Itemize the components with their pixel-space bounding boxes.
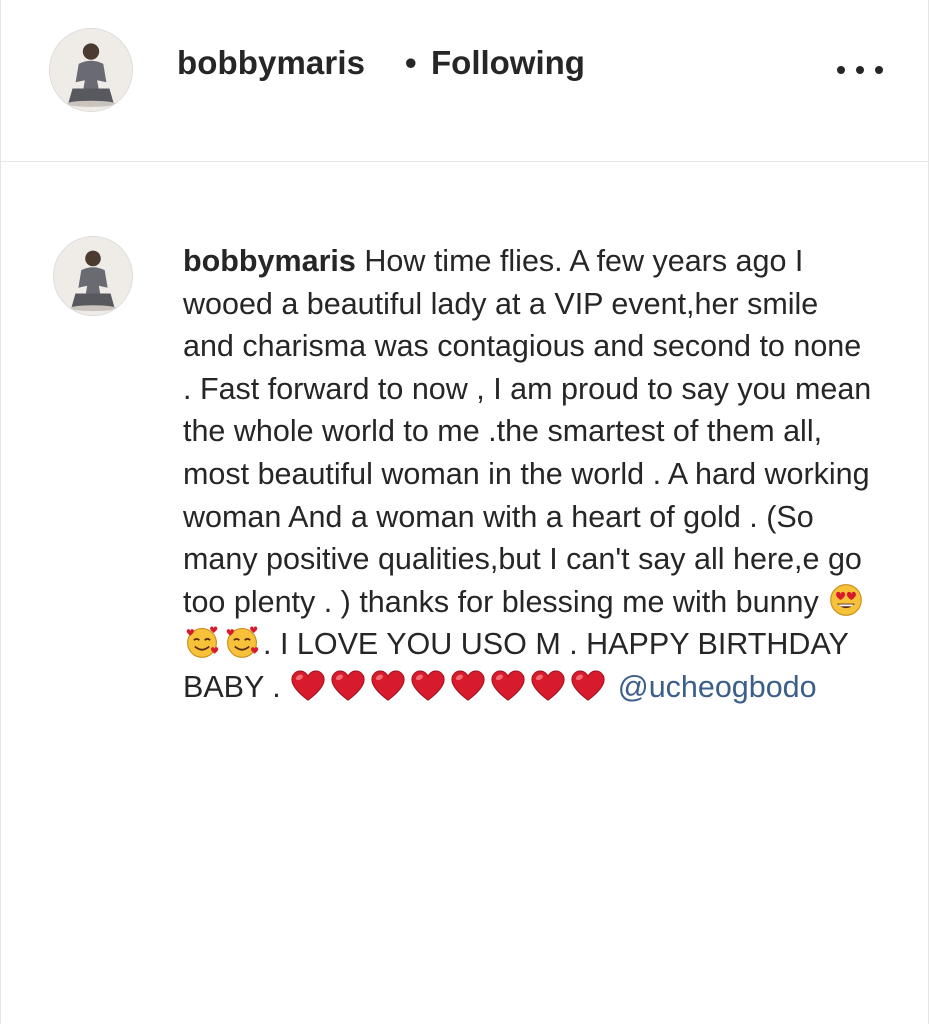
red-heart-icon — [289, 667, 327, 703]
mention-link[interactable]: @ucheogbodo — [618, 670, 817, 704]
caption-username[interactable]: bobbymaris — [183, 244, 356, 278]
red-heart-icon — [489, 667, 527, 703]
instagram-post-panel: bobbymaris • Following bobbymaris How ti… — [0, 0, 929, 1024]
post-caption: bobbymaris How time flies. A few years a… — [183, 240, 873, 709]
red-heart-icon — [569, 667, 607, 703]
smiling-face-with-hearts-emoji-icon — [223, 624, 261, 660]
red-heart-icon — [449, 667, 487, 703]
author-username[interactable]: bobbymaris — [177, 44, 365, 82]
separator-dot: • — [405, 44, 417, 81]
author-avatar[interactable] — [49, 28, 133, 112]
red-heart-icon — [369, 667, 407, 703]
smiling-face-with-hearts-emoji-icon — [183, 624, 221, 660]
red-heart-icon — [329, 667, 367, 703]
heart-eyes-emoji-icon — [827, 582, 865, 618]
more-horizontal-icon[interactable] — [837, 60, 883, 80]
red-heart-icon — [409, 667, 447, 703]
red-heart-icon — [529, 667, 567, 703]
caption-author-avatar[interactable] — [53, 236, 133, 316]
following-button[interactable]: Following — [431, 44, 585, 82]
caption-text-part-1: How time flies. A few years ago I wooed … — [183, 244, 872, 619]
post-header: bobbymaris • Following — [1, 0, 928, 162]
